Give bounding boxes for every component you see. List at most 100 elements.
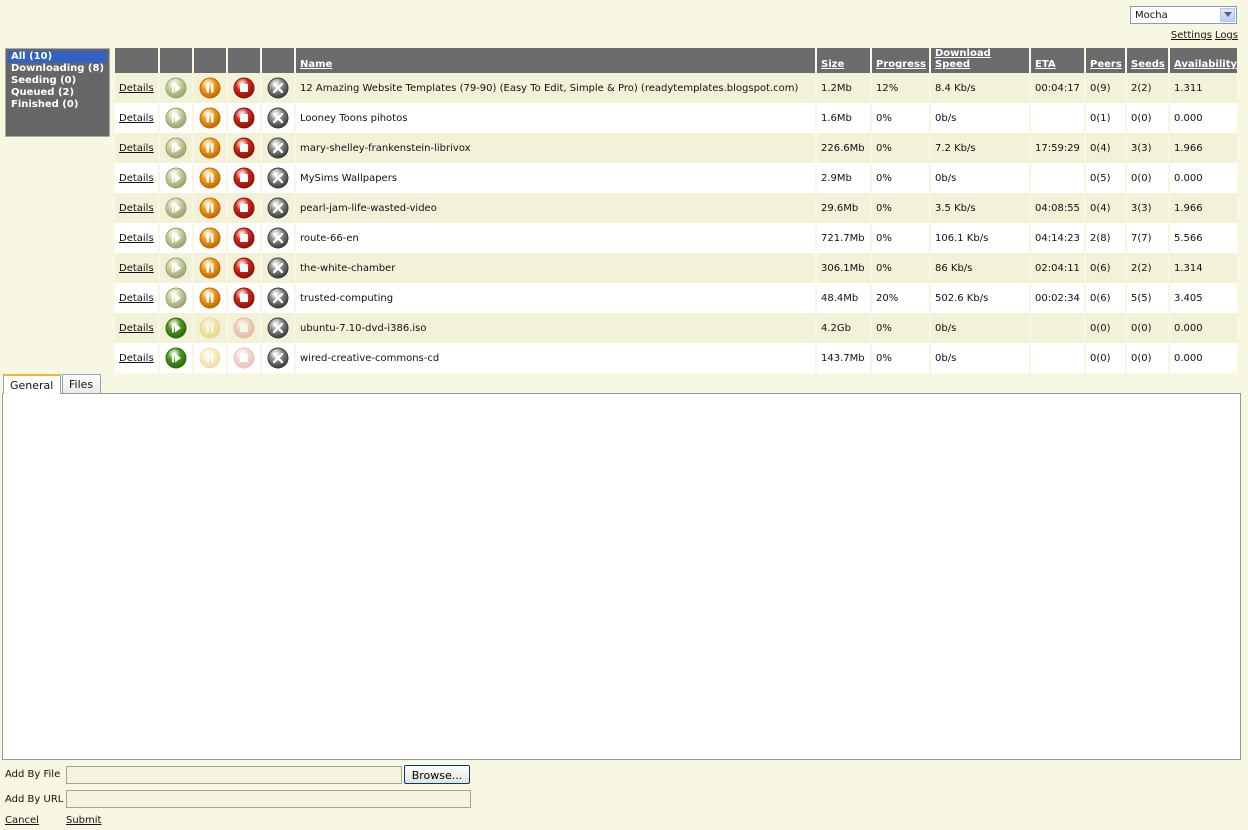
pause-icon[interactable] bbox=[199, 197, 221, 219]
remove-icon[interactable] bbox=[267, 227, 289, 249]
play-icon[interactable] bbox=[165, 107, 187, 129]
remove-icon[interactable] bbox=[267, 287, 289, 309]
start-button[interactable] bbox=[159, 253, 194, 283]
stop-icon[interactable] bbox=[233, 107, 255, 129]
remove-icon[interactable] bbox=[267, 257, 289, 279]
pause-button[interactable] bbox=[193, 223, 228, 253]
add-by-url-input[interactable] bbox=[66, 790, 471, 808]
pause-icon[interactable] bbox=[199, 167, 221, 189]
play-icon[interactable] bbox=[165, 167, 187, 189]
pause-icon[interactable] bbox=[199, 77, 221, 99]
pause-icon[interactable] bbox=[199, 107, 221, 129]
remove-button[interactable] bbox=[261, 133, 296, 163]
tab-files[interactable]: Files bbox=[62, 374, 101, 393]
pause-button[interactable] bbox=[193, 313, 228, 343]
stop-button[interactable] bbox=[227, 133, 262, 163]
cancel-link[interactable]: Cancel bbox=[5, 815, 39, 826]
col-peers[interactable]: Peers bbox=[1085, 48, 1127, 73]
tab-general[interactable]: General bbox=[3, 374, 61, 394]
start-button[interactable] bbox=[159, 223, 194, 253]
start-button[interactable] bbox=[159, 103, 194, 133]
start-button[interactable] bbox=[159, 283, 194, 313]
stop-button[interactable] bbox=[227, 73, 262, 103]
play-icon[interactable] bbox=[165, 77, 187, 99]
col-progress[interactable]: Progress bbox=[871, 48, 931, 73]
details-link[interactable]: Details bbox=[119, 113, 154, 124]
pause-icon[interactable] bbox=[199, 257, 221, 279]
col-eta[interactable]: ETA bbox=[1030, 48, 1086, 73]
pause-button[interactable] bbox=[193, 343, 228, 373]
col-availability[interactable]: Availability bbox=[1169, 48, 1239, 73]
remove-button[interactable] bbox=[261, 73, 296, 103]
play-icon[interactable] bbox=[165, 227, 187, 249]
details-link[interactable]: Details bbox=[119, 293, 154, 304]
remove-icon[interactable] bbox=[267, 197, 289, 219]
remove-icon[interactable] bbox=[267, 347, 289, 369]
stop-button[interactable] bbox=[227, 253, 262, 283]
theme-select[interactable]: Mocha bbox=[1130, 6, 1237, 24]
remove-button[interactable] bbox=[261, 223, 296, 253]
remove-icon[interactable] bbox=[267, 137, 289, 159]
details-link[interactable]: Details bbox=[119, 353, 154, 364]
start-button[interactable] bbox=[159, 193, 194, 223]
details-link[interactable]: Details bbox=[119, 203, 154, 214]
remove-button[interactable] bbox=[261, 163, 296, 193]
remove-icon[interactable] bbox=[267, 77, 289, 99]
browse-button[interactable]: Browse... bbox=[404, 765, 470, 784]
pause-button[interactable] bbox=[193, 133, 228, 163]
filter-item[interactable]: Seeding (0) bbox=[8, 75, 107, 87]
stop-icon[interactable] bbox=[233, 257, 255, 279]
play-icon[interactable] bbox=[165, 197, 187, 219]
start-button[interactable] bbox=[159, 163, 194, 193]
stop-button[interactable] bbox=[227, 163, 262, 193]
details-link[interactable]: Details bbox=[119, 83, 154, 94]
remove-button[interactable] bbox=[261, 283, 296, 313]
pause-button[interactable] bbox=[193, 283, 228, 313]
remove-icon[interactable] bbox=[267, 317, 289, 339]
filter-item[interactable]: Downloading (8) bbox=[8, 63, 107, 75]
stop-button[interactable] bbox=[227, 313, 262, 343]
settings-link[interactable]: Settings bbox=[1171, 30, 1212, 41]
remove-button[interactable] bbox=[261, 193, 296, 223]
pause-icon[interactable] bbox=[199, 287, 221, 309]
pause-icon[interactable] bbox=[199, 347, 221, 369]
pause-button[interactable] bbox=[193, 103, 228, 133]
details-link[interactable]: Details bbox=[119, 323, 154, 334]
remove-button[interactable] bbox=[261, 313, 296, 343]
stop-icon[interactable] bbox=[233, 167, 255, 189]
remove-button[interactable] bbox=[261, 253, 296, 283]
start-button[interactable] bbox=[159, 73, 194, 103]
details-link[interactable]: Details bbox=[119, 173, 154, 184]
pause-icon[interactable] bbox=[199, 317, 221, 339]
pause-button[interactable] bbox=[193, 163, 228, 193]
details-link[interactable]: Details bbox=[119, 143, 154, 154]
pause-button[interactable] bbox=[193, 73, 228, 103]
submit-link[interactable]: Submit bbox=[66, 815, 101, 826]
logs-link[interactable]: Logs bbox=[1215, 30, 1238, 41]
details-link[interactable]: Details bbox=[119, 233, 154, 244]
stop-button[interactable] bbox=[227, 343, 262, 373]
play-icon[interactable] bbox=[165, 257, 187, 279]
remove-icon[interactable] bbox=[267, 107, 289, 129]
remove-icon[interactable] bbox=[267, 167, 289, 189]
filter-item[interactable]: All (10) bbox=[8, 51, 107, 63]
stop-button[interactable] bbox=[227, 223, 262, 253]
stop-icon[interactable] bbox=[233, 137, 255, 159]
col-seeds[interactable]: Seeds bbox=[1126, 48, 1170, 73]
col-download-speed[interactable]: Download Speed bbox=[930, 48, 1031, 73]
start-button[interactable] bbox=[159, 313, 194, 343]
stop-button[interactable] bbox=[227, 103, 262, 133]
play-icon[interactable] bbox=[165, 137, 187, 159]
play-icon[interactable] bbox=[165, 317, 187, 339]
play-icon[interactable] bbox=[165, 347, 187, 369]
stop-icon[interactable] bbox=[233, 317, 255, 339]
col-name[interactable]: Name bbox=[295, 48, 817, 73]
play-icon[interactable] bbox=[165, 287, 187, 309]
remove-button[interactable] bbox=[261, 343, 296, 373]
stop-icon[interactable] bbox=[233, 197, 255, 219]
stop-button[interactable] bbox=[227, 193, 262, 223]
stop-icon[interactable] bbox=[233, 77, 255, 99]
pause-button[interactable] bbox=[193, 193, 228, 223]
col-size[interactable]: Size bbox=[816, 48, 872, 73]
pause-button[interactable] bbox=[193, 253, 228, 283]
